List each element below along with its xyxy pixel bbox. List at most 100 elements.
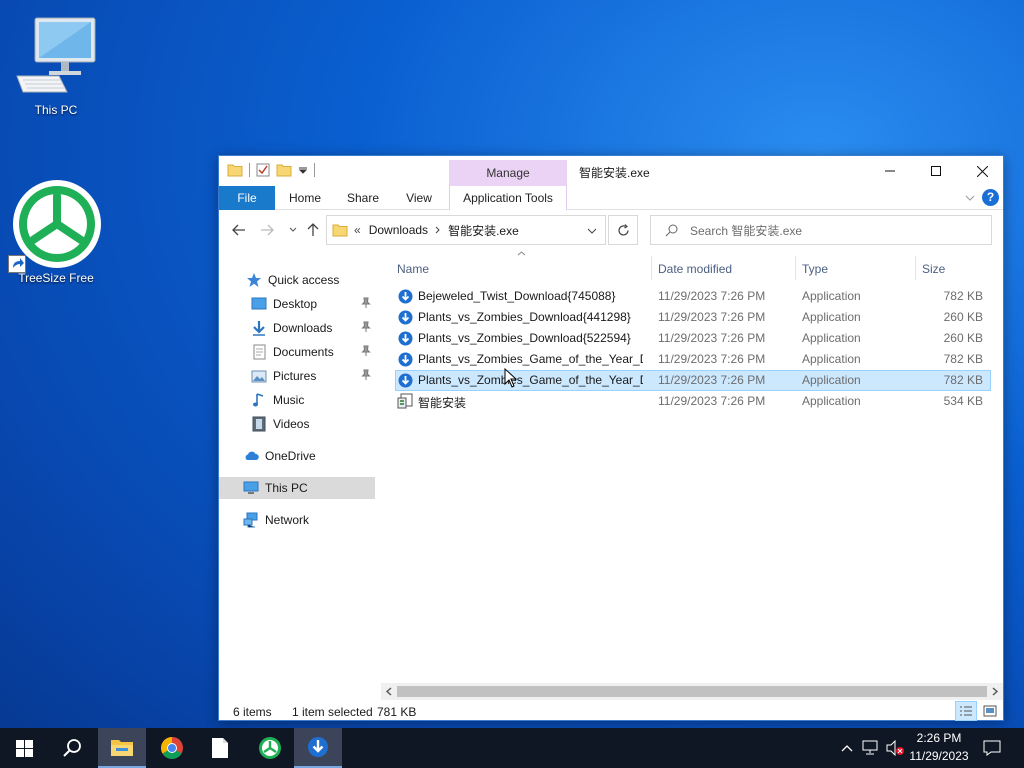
volume-muted-icon[interactable] bbox=[886, 740, 906, 756]
tab-application-tools[interactable]: Application Tools bbox=[449, 186, 567, 210]
start-button[interactable] bbox=[0, 728, 48, 768]
sidebar-item-documents[interactable]: Documents bbox=[219, 341, 375, 363]
sidebar-item-label: Desktop bbox=[273, 297, 318, 311]
file-date: 11/29/2023 7:26 PM bbox=[658, 352, 766, 366]
file-date: 11/29/2023 7:26 PM bbox=[658, 310, 766, 324]
search-placeholder: Search 智能安装.exe bbox=[690, 223, 803, 238]
file-name: 智能安装 bbox=[418, 396, 467, 410]
search-icon bbox=[665, 224, 678, 236]
window-title: 智能安装.exe bbox=[579, 166, 650, 180]
search-icon bbox=[63, 739, 81, 757]
taskbar-chrome[interactable] bbox=[148, 728, 196, 768]
desktop-icon-this-pc[interactable]: This PC bbox=[11, 14, 101, 117]
file-size: 782 KB bbox=[943, 289, 983, 303]
title-bar: Manage 智能安装.exe bbox=[219, 156, 1003, 186]
scroll-right-icon[interactable] bbox=[991, 687, 999, 696]
file-row[interactable]: 智能安装 11/29/2023 7:26 PM Application 534 … bbox=[395, 391, 991, 412]
pin-icon[interactable] bbox=[361, 345, 371, 357]
tab-view[interactable]: View bbox=[395, 186, 443, 210]
column-divider[interactable] bbox=[651, 256, 652, 280]
tab-file[interactable]: File bbox=[219, 186, 275, 210]
file-size: 260 KB bbox=[943, 310, 983, 324]
pin-icon[interactable] bbox=[361, 369, 371, 381]
refresh-button[interactable] bbox=[608, 215, 638, 245]
search-button[interactable] bbox=[48, 728, 96, 768]
file-row[interactable]: Plants_vs_Zombies_Game_of_the_Year_D... … bbox=[395, 349, 991, 370]
sidebar-item-downloads[interactable]: Downloads bbox=[219, 317, 375, 339]
column-header-name[interactable]: Name bbox=[397, 256, 647, 282]
file-type: Application bbox=[802, 310, 861, 324]
clock-time[interactable]: 2:26 PM bbox=[908, 731, 970, 745]
star-icon bbox=[247, 273, 261, 287]
file-row-selected[interactable]: Plants_vs_Zombies_Game_of_the_Year_D... … bbox=[395, 370, 991, 391]
back-arrow-icon bbox=[232, 224, 245, 236]
file-row[interactable]: Bejeweled_Twist_Download{745088} 11/29/2… bbox=[395, 286, 991, 307]
sidebar-item-desktop[interactable]: Desktop bbox=[219, 293, 375, 315]
maximize-button[interactable] bbox=[913, 156, 959, 186]
notifications-icon[interactable] bbox=[983, 740, 1001, 756]
sidebar-item-music[interactable]: Music bbox=[219, 389, 375, 411]
column-header-size[interactable]: Size bbox=[922, 256, 992, 282]
taskbar-treesize[interactable] bbox=[246, 728, 294, 768]
taskbar-notepad[interactable] bbox=[196, 728, 244, 768]
close-button[interactable] bbox=[959, 156, 1005, 186]
address-bar[interactable]: « Downloads 智能安装.exe bbox=[326, 215, 606, 245]
forward-button[interactable] bbox=[257, 220, 277, 240]
new-folder-icon[interactable] bbox=[276, 163, 292, 177]
column-header-type[interactable]: Type bbox=[802, 256, 910, 282]
properties-icon[interactable] bbox=[256, 163, 270, 177]
address-segment-downloads[interactable]: Downloads bbox=[369, 223, 428, 237]
file-name: Plants_vs_Zombies_Game_of_the_Year_D... bbox=[418, 352, 643, 366]
file-type: Application bbox=[802, 331, 861, 345]
address-overflow-chevron[interactable]: « bbox=[354, 223, 361, 237]
search-box[interactable]: Search 智能安装.exe bbox=[650, 215, 992, 245]
sidebar-item-label: Music bbox=[273, 393, 305, 407]
column-header-date-modified[interactable]: Date modified bbox=[658, 256, 794, 282]
sidebar-item-label: OneDrive bbox=[265, 449, 316, 463]
large-icons-view-button[interactable] bbox=[979, 701, 1001, 721]
sidebar-item-this-pc[interactable]: This PC bbox=[219, 477, 375, 499]
sidebar-item-videos[interactable]: Videos bbox=[219, 413, 375, 435]
scroll-left-icon[interactable] bbox=[385, 687, 393, 696]
column-divider[interactable] bbox=[915, 256, 916, 280]
chevron-up-icon[interactable] bbox=[841, 744, 853, 752]
recent-locations-button[interactable] bbox=[283, 220, 303, 240]
chevron-down-icon[interactable] bbox=[587, 228, 597, 234]
file-type: Application bbox=[802, 373, 861, 387]
sidebar-item-label: Videos bbox=[273, 417, 310, 431]
status-bar: 6 items 1 item selected 781 KB bbox=[219, 700, 1003, 722]
minimize-button[interactable] bbox=[867, 156, 913, 186]
sidebar-item-quick-access[interactable]: Quick access bbox=[219, 269, 375, 291]
customize-dropdown-icon[interactable] bbox=[298, 165, 308, 175]
pin-icon[interactable] bbox=[361, 297, 371, 309]
clock-date[interactable]: 11/29/2023 bbox=[905, 749, 973, 763]
pin-icon[interactable] bbox=[361, 321, 371, 333]
file-row[interactable]: Plants_vs_Zombies_Download{522594} 11/29… bbox=[395, 328, 991, 349]
column-divider[interactable] bbox=[795, 256, 796, 280]
sidebar-item-pictures[interactable]: Pictures bbox=[219, 365, 375, 387]
folder-icon[interactable] bbox=[227, 163, 243, 177]
chevron-right-icon[interactable] bbox=[435, 226, 441, 234]
address-segment-current[interactable]: 智能安装.exe bbox=[448, 222, 519, 239]
scrollbar-thumb[interactable] bbox=[397, 686, 987, 697]
help-icon[interactable]: ? bbox=[982, 189, 999, 206]
horizontal-scrollbar[interactable] bbox=[381, 683, 1003, 700]
file-row[interactable]: Plants_vs_Zombies_Download{441298} 11/29… bbox=[395, 307, 991, 328]
taskbar-file-explorer[interactable] bbox=[98, 728, 146, 768]
taskbar-download-app[interactable] bbox=[294, 728, 342, 768]
manage-contextual-tab[interactable]: Manage bbox=[449, 160, 567, 186]
music-icon bbox=[253, 393, 264, 407]
up-button[interactable] bbox=[303, 220, 323, 240]
tab-home[interactable]: Home bbox=[281, 186, 329, 210]
mouse-pointer-icon bbox=[504, 368, 518, 388]
sidebar-item-network[interactable]: Network bbox=[219, 509, 375, 531]
expand-ribbon-icon[interactable] bbox=[965, 193, 975, 203]
sidebar-item-onedrive[interactable]: OneDrive bbox=[219, 445, 375, 467]
network-disconnected-icon[interactable] bbox=[862, 740, 880, 756]
computer-icon bbox=[243, 481, 259, 494]
tab-share[interactable]: Share bbox=[339, 186, 387, 210]
desktop-icon-treesize[interactable]: TreeSize Free bbox=[8, 178, 101, 285]
download-installer-icon bbox=[398, 331, 413, 346]
details-view-button[interactable] bbox=[955, 701, 977, 721]
back-button[interactable] bbox=[229, 220, 249, 240]
